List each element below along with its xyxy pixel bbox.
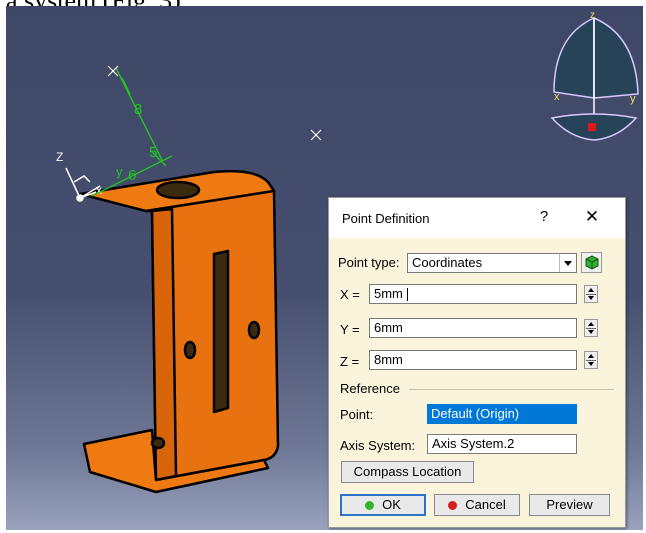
dim-8: 8 xyxy=(134,101,142,118)
point-label: Point: xyxy=(340,407,374,422)
dialog-titlebar[interactable]: Point Definition ? ✕ xyxy=(329,198,625,238)
point-type-label: Point type: xyxy=(338,255,400,270)
3d-viewport[interactable]: Z x 8 5 6 y z x y Point Definition ? ✕ P… xyxy=(6,6,643,530)
z-spinner[interactable] xyxy=(584,351,598,369)
preview-button[interactable]: Preview xyxy=(529,494,610,516)
point-type-value: Coordinates xyxy=(412,255,483,270)
axis-system-field[interactable]: Axis System.2 xyxy=(427,434,577,454)
ok-button[interactable]: OK xyxy=(340,494,426,516)
y-coordinate-input[interactable]: 6mm xyxy=(369,318,577,338)
dim-6: 6 xyxy=(128,167,136,184)
axis-y-label: y xyxy=(116,164,123,179)
reference-section-label: Reference xyxy=(340,381,400,396)
compass-z-label: z xyxy=(590,10,595,21)
compass-location-button[interactable]: Compass Location xyxy=(341,461,474,483)
y-label: Y = xyxy=(340,322,360,337)
axis-system-value: Axis System.2 xyxy=(432,436,515,451)
axis-system-label: Axis System: xyxy=(340,438,416,453)
compass-icon xyxy=(550,16,639,141)
x-value: 5mm xyxy=(374,286,403,301)
green-cube-icon xyxy=(585,255,599,270)
ok-dot-icon xyxy=(365,501,375,510)
dialog-title: Point Definition xyxy=(342,211,430,226)
x-spinner[interactable] xyxy=(584,285,598,303)
point-type-select[interactable]: Coordinates xyxy=(407,253,577,273)
compass-x-label: x xyxy=(554,91,560,103)
x-coordinate-input[interactable]: 5mm xyxy=(369,284,577,304)
axis-z-label: Z xyxy=(56,150,63,164)
z-label: Z = xyxy=(340,354,360,369)
y-value: 6mm xyxy=(374,320,403,335)
z-coordinate-input[interactable]: 8mm xyxy=(369,350,577,370)
axis-x-label: x xyxy=(96,183,102,197)
ok-label: OK xyxy=(382,497,401,512)
close-button[interactable]: ✕ xyxy=(581,206,603,228)
bracket-part xyxy=(78,169,280,494)
text-caret xyxy=(407,288,408,301)
cancel-dot-icon xyxy=(448,501,458,510)
dim-5: 5 xyxy=(149,144,157,161)
y-spinner[interactable] xyxy=(584,319,598,337)
divider xyxy=(409,389,614,390)
chevron-down-icon[interactable] xyxy=(559,254,576,272)
help-button[interactable]: ? xyxy=(534,206,554,228)
compass-y-label: y xyxy=(630,93,636,105)
x-label: X = xyxy=(340,287,360,302)
reference-point-field[interactable]: Default (Origin) xyxy=(427,404,577,424)
cancel-button[interactable]: Cancel xyxy=(434,494,520,516)
point-definition-dialog: Point Definition ? ✕ Point type: Coordin… xyxy=(328,197,626,528)
z-value: 8mm xyxy=(374,352,403,367)
cancel-label: Cancel xyxy=(465,497,506,512)
explicit-point-button[interactable] xyxy=(581,252,602,273)
